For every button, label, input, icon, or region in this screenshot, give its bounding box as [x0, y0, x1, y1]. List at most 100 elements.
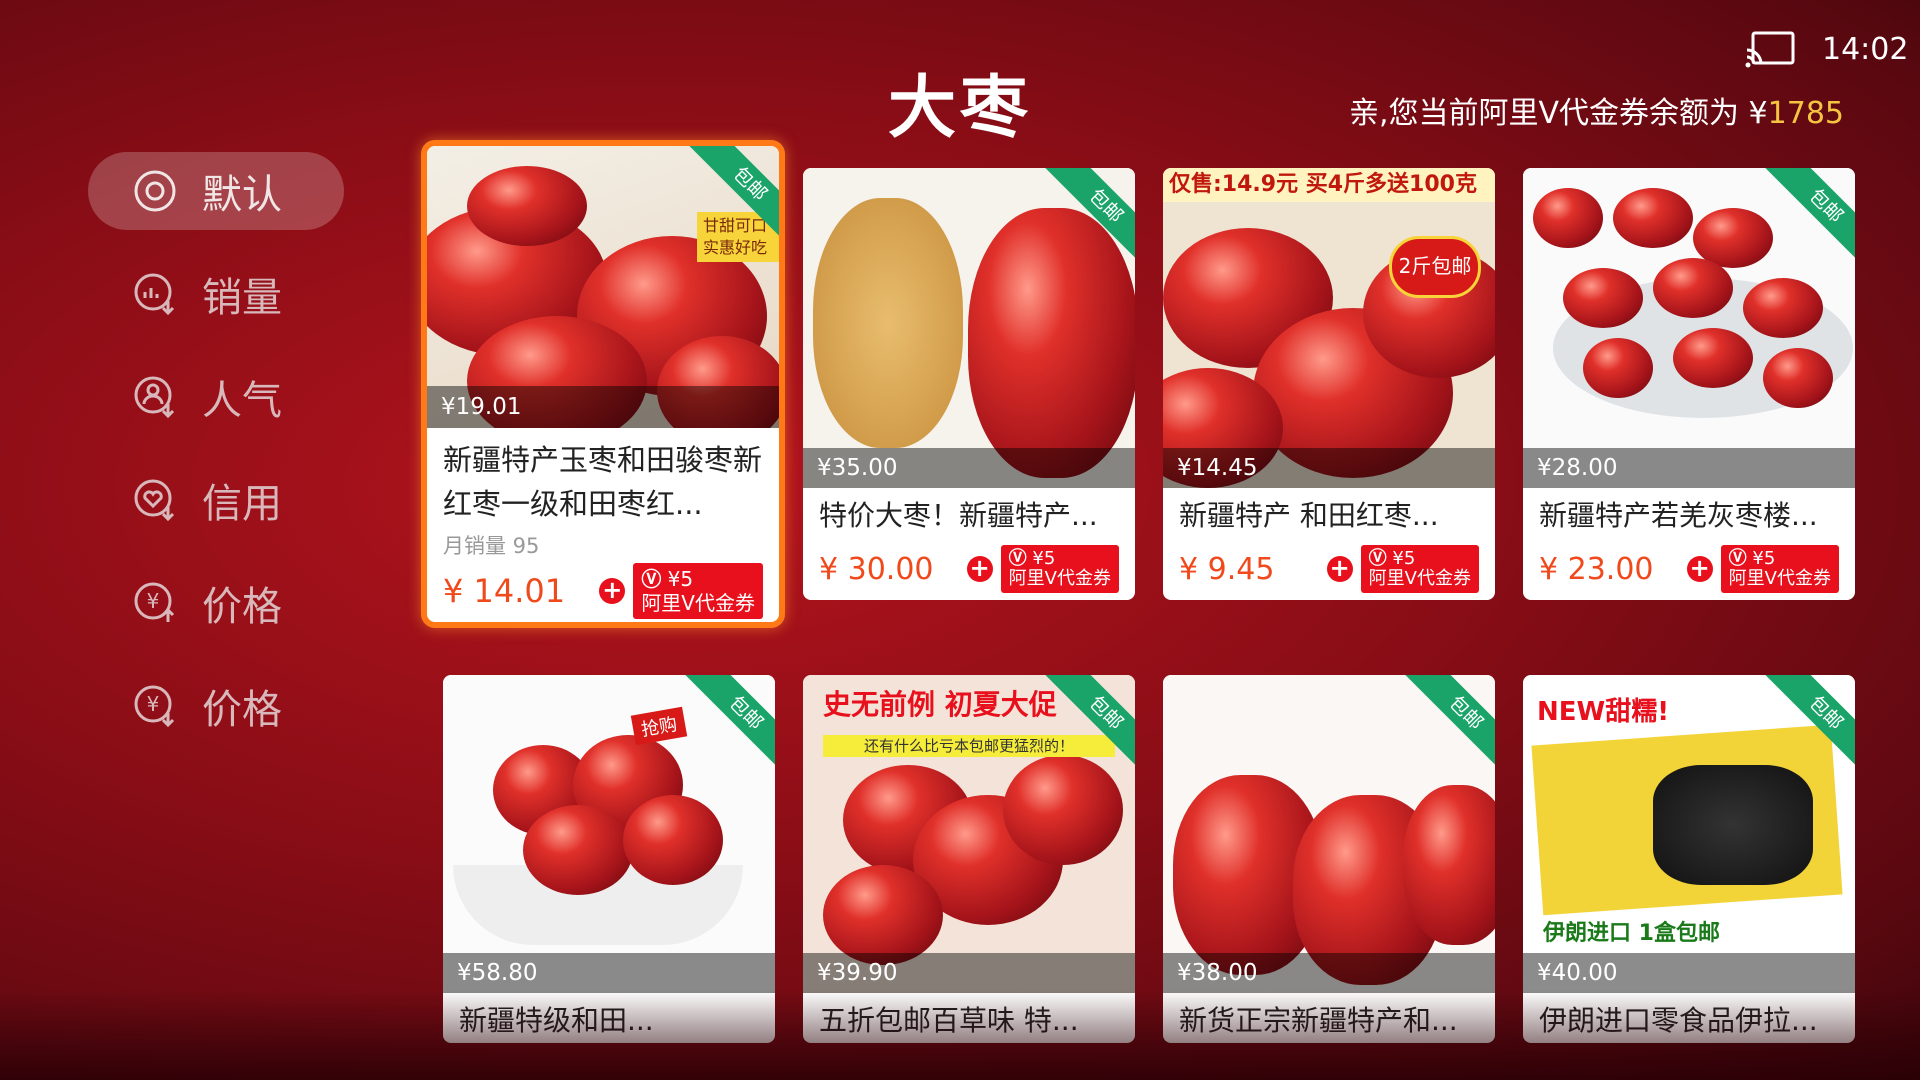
sidebar-item-price-desc[interactable]: ¥ 价格: [88, 564, 344, 642]
free-shipping-ribbon: 包邮: [1759, 675, 1855, 771]
promo-banner: NEW甜糯!: [1537, 697, 1670, 727]
original-price: ¥38.00: [1163, 953, 1495, 993]
free-shipping-ribbon: 包邮: [1399, 675, 1495, 771]
product-title: 特价大枣！新疆特产...: [819, 499, 1098, 532]
original-price: ¥35.00: [803, 448, 1135, 488]
sale-price: ¥ 14.01: [443, 572, 566, 610]
balance-label: 亲,您当前阿里V代金券余额为 ¥: [1348, 96, 1768, 131]
free-shipping-label: 包邮: [1761, 168, 1855, 264]
product-card[interactable]: 抢购 包邮 ¥58.80 新疆特级和田...: [443, 675, 775, 1043]
svg-text:¥: ¥: [147, 692, 160, 716]
sidebar-item-default[interactable]: 默认: [88, 152, 344, 230]
popularity-sort-icon: [134, 376, 175, 419]
product-title: 新疆特产若羌灰枣楼...: [1539, 499, 1818, 532]
coupon-text: 阿里V代金券: [1008, 568, 1111, 589]
plus-icon: +: [966, 556, 993, 582]
coupon-amount: ¥5: [1392, 548, 1416, 569]
coupon-text: 阿里V代金券: [1728, 568, 1831, 589]
coupon-badge: Ⓥ ¥5 阿里V代金券: [1360, 545, 1479, 593]
promo-subtitle: 伊朗进口 1盒包邮: [1543, 921, 1720, 946]
sidebar-item-label: 价格: [202, 687, 282, 733]
coupon-v-icon: Ⓥ: [1728, 548, 1747, 569]
plus-icon: +: [1326, 556, 1353, 582]
free-shipping-ribbon: 包邮: [679, 675, 775, 771]
free-shipping-label: 包邮: [685, 146, 779, 242]
free-shipping-label: 包邮: [1041, 675, 1135, 771]
sidebar-item-label: 默认: [202, 172, 282, 218]
monthly-sales: 月销量 95: [443, 534, 540, 558]
product-card[interactable]: 史无前例 初夏大促 还有什么比亏本包邮更猛烈的！ 包邮 ¥39.90 五折包邮百…: [803, 675, 1135, 1043]
product-image: 包邮 ¥28.00: [1523, 168, 1855, 488]
coupon-v-icon: Ⓥ: [641, 567, 662, 591]
sidebar-item-sales[interactable]: 销量: [88, 255, 344, 333]
price-sort-icon: ¥: [134, 685, 175, 728]
balance-amount: 1785: [1767, 96, 1844, 131]
product-image: 史无前例 初夏大促 还有什么比亏本包邮更猛烈的！ 包邮 ¥39.90: [803, 675, 1135, 993]
product-card[interactable]: NEW甜糯! 伊朗进口 1盒包邮 包邮 ¥40.00 伊朗进口零食品伊拉...: [1523, 675, 1855, 1043]
sidebar-item-label: 价格: [202, 584, 282, 630]
product-image: 仅售:14.9元 买4斤多送100克 2斤包邮 ¥14.45: [1163, 168, 1495, 488]
free-shipping-label: 包邮: [681, 675, 775, 771]
shipping-badge: 2斤包邮: [1389, 236, 1481, 298]
product-title: 新疆特级和田...: [459, 1004, 654, 1037]
product-card[interactable]: 甘甜可口 实惠好吃 包邮 ¥19.01 新疆特产玉枣和田骏枣新红枣一级和田枣红.…: [421, 140, 785, 628]
sales-sort-icon: [134, 273, 175, 316]
coupon-v-icon: Ⓥ: [1008, 548, 1027, 569]
product-image: 抢购 包邮 ¥58.80: [443, 675, 775, 993]
sidebar-item-label: 人气: [202, 378, 282, 424]
cast-screen-icon[interactable]: [1745, 30, 1797, 70]
coupon-badge: Ⓥ ¥5 阿里V代金券: [633, 563, 763, 619]
original-price: ¥39.90: [803, 953, 1135, 993]
product-title: 五折包邮百草味 特...: [819, 1004, 1079, 1037]
free-shipping-label: 包邮: [1761, 675, 1855, 771]
coupon-amount: ¥5: [667, 567, 694, 591]
sort-sidebar: 默认 销量 人气 信用 ¥ 价格 ¥ 价格: [88, 152, 344, 770]
product-card[interactable]: 包邮 ¥28.00 新疆特产若羌灰枣楼... ¥ 23.00 + Ⓥ ¥5 阿里…: [1523, 168, 1855, 600]
product-card[interactable]: 仅售:14.9元 买4斤多送100克 2斤包邮 ¥14.45 新疆特产 和田红枣…: [1163, 168, 1495, 600]
sidebar-item-credit[interactable]: 信用: [88, 461, 344, 539]
svg-text:¥: ¥: [147, 589, 160, 613]
coupon-badge: Ⓥ ¥5 阿里V代金券: [1000, 545, 1119, 593]
coupon-text: 阿里V代金券: [1368, 568, 1471, 589]
coupon-amount: ¥5: [1032, 548, 1056, 569]
free-shipping-label: 包邮: [1041, 168, 1135, 264]
product-image: 包邮 ¥35.00: [803, 168, 1135, 488]
coupon-v-icon: Ⓥ: [1368, 548, 1387, 569]
price-sort-icon: ¥: [134, 582, 175, 622]
original-price: ¥58.80: [443, 953, 775, 993]
free-shipping-ribbon: 包邮: [1039, 675, 1135, 771]
product-card[interactable]: 包邮 ¥38.00 新货正宗新疆特产和...: [1163, 675, 1495, 1043]
free-shipping-label: 包邮: [1401, 675, 1495, 771]
product-title: 新疆特产玉枣和田骏枣新红枣一级和田枣红...: [443, 443, 763, 521]
product-title: 新疆特产 和田红枣...: [1179, 499, 1439, 532]
credit-sort-icon: [134, 479, 175, 522]
coupon-text: 阿里V代金券: [641, 591, 755, 615]
plus-icon: +: [599, 578, 626, 604]
free-shipping-ribbon: 包邮: [683, 146, 779, 242]
original-price: ¥28.00: [1523, 448, 1855, 488]
sale-price: ¥ 30.00: [819, 551, 934, 587]
product-card[interactable]: 包邮 ¥35.00 特价大枣！新疆特产... ¥ 30.00 + Ⓥ ¥5 阿里…: [803, 168, 1135, 600]
product-image: NEW甜糯! 伊朗进口 1盒包邮 包邮 ¥40.00: [1523, 675, 1855, 993]
sidebar-item-popularity[interactable]: 人气: [88, 358, 344, 436]
coupon-balance: 亲,您当前阿里V代金券余额为 ¥1785: [1349, 88, 1844, 132]
sale-price: ¥ 9.45: [1179, 551, 1275, 587]
radio-target-icon: [134, 170, 176, 212]
sidebar-item-label: 销量: [202, 275, 282, 321]
sidebar-item-label: 信用: [202, 481, 282, 527]
product-title: 伊朗进口零食品伊拉...: [1539, 1004, 1818, 1037]
product-image: 甘甜可口 实惠好吃 包邮 ¥19.01: [427, 146, 779, 428]
coupon-amount: ¥5: [1752, 548, 1776, 569]
free-shipping-ribbon: 包邮: [1759, 168, 1855, 264]
product-image: 包邮 ¥38.00: [1163, 675, 1495, 993]
promo-banner: 仅售:14.9元 买4斤多送100克: [1163, 168, 1495, 202]
original-price: ¥14.45: [1163, 448, 1495, 488]
sale-price: ¥ 23.00: [1539, 551, 1654, 587]
product-title: 新货正宗新疆特产和...: [1179, 1004, 1458, 1037]
coupon-badge: Ⓥ ¥5 阿里V代金券: [1720, 545, 1839, 593]
sidebar-item-price-asc[interactable]: ¥ 价格: [88, 667, 344, 745]
clock: 14:02: [1822, 32, 1909, 67]
free-shipping-ribbon: 包邮: [1039, 168, 1135, 264]
original-price: ¥40.00: [1523, 953, 1855, 993]
original-price: ¥19.01: [427, 386, 779, 428]
